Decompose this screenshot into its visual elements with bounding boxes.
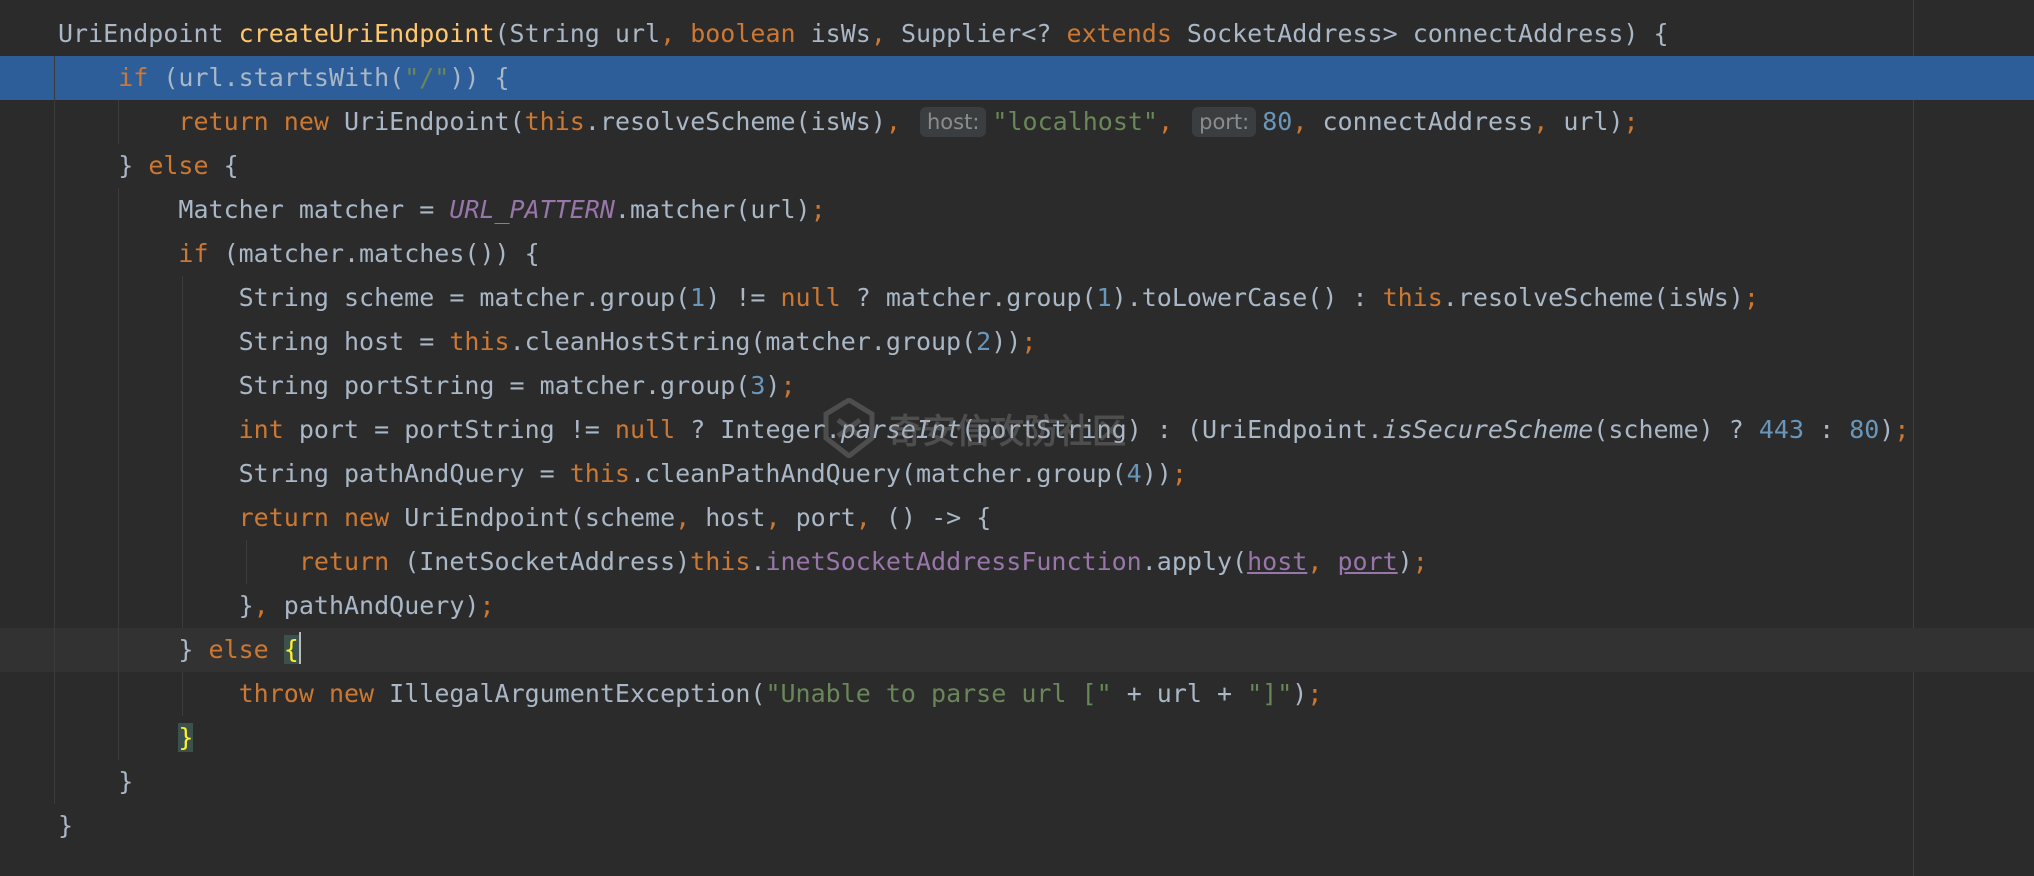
code-line-5-text: Matcher matcher = URL_PATTERN.matcher(ur…: [58, 195, 826, 224]
code-line-17-text: }: [58, 716, 194, 760]
inlay-hint: port:: [1192, 107, 1257, 137]
code-line-19-text: }: [58, 811, 74, 840]
code-line-6-text: if (matcher.matches()) {: [178, 239, 540, 268]
code-line-12[interactable]: return new UriEndpoint(scheme, host, por…: [0, 496, 2034, 540]
code-line-14[interactable]: }, pathAndQuery);: [0, 584, 2034, 628]
code-line-16[interactable]: throw new IllegalArgumentException("Unab…: [0, 672, 2034, 716]
code-line-12-text: return new UriEndpoint(scheme, host, por…: [238, 503, 992, 532]
code-line-13[interactable]: return (InetSocketAddress)this.inetSocke…: [0, 540, 2034, 584]
code-line-17[interactable]: }: [0, 716, 2034, 760]
code-line-18-text: }: [58, 767, 134, 796]
text-caret: [298, 632, 301, 664]
matched-brace: }: [178, 723, 194, 752]
code-line-14-text: }, pathAndQuery);: [58, 591, 495, 620]
code-line-7-text: String scheme = matcher.group(1) != null…: [58, 283, 1759, 312]
matched-brace: {: [283, 635, 299, 664]
indent-guide: [118, 100, 119, 144]
code-line-8-text: String host = this.cleanHostString(match…: [58, 327, 1037, 356]
code-line-16-text: throw new IllegalArgumentException("Unab…: [238, 679, 1323, 708]
indent-guide: [54, 56, 55, 804]
code-line-11-text: String pathAndQuery = this.cleanPathAndQ…: [58, 459, 1187, 488]
code-line-15-current[interactable]: } else {: [0, 628, 2034, 672]
indent-guide: [182, 276, 183, 628]
code-line-1-text: UriEndpoint createUriEndpoint(String url…: [58, 19, 1669, 48]
code-line-3-text: return new UriEndpoint(this.resolveSchem…: [178, 107, 1639, 137]
code-line-8[interactable]: String host = this.cleanHostString(match…: [0, 320, 2034, 364]
watermark-text: 奇安信攻防社区: [888, 411, 1126, 452]
code-line-9-text: String portString = matcher.group(3);: [58, 371, 796, 400]
code-editor[interactable]: UriEndpoint createUriEndpoint(String url…: [0, 0, 2034, 876]
code-line-3[interactable]: return new UriEndpoint(this.resolveSchem…: [0, 100, 2034, 144]
code-line-2-selected[interactable]: if (url.startsWith("/")) {: [0, 56, 2034, 100]
code-line-1[interactable]: UriEndpoint createUriEndpoint(String url…: [0, 12, 2034, 56]
watermark-logo-icon: [823, 398, 875, 458]
indent-guide: [118, 188, 119, 760]
code-line-5[interactable]: Matcher matcher = URL_PATTERN.matcher(ur…: [0, 188, 2034, 232]
code-line-7[interactable]: String scheme = matcher.group(1) != null…: [0, 276, 2034, 320]
indent-guide: [182, 672, 183, 716]
code-line-18[interactable]: }: [0, 760, 2034, 804]
code-line-19[interactable]: }: [0, 804, 2034, 848]
code-line-4[interactable]: } else {: [0, 144, 2034, 188]
code-line-4-text: } else {: [58, 151, 239, 180]
code-line-13-text: return (InetSocketAddress)this.inetSocke…: [298, 547, 1428, 576]
indent-guide: [246, 540, 247, 584]
code-line-11[interactable]: String pathAndQuery = this.cleanPathAndQ…: [0, 452, 2034, 496]
code-line-6[interactable]: if (matcher.matches()) {: [0, 232, 2034, 276]
code-line-15-text: } else {: [58, 628, 301, 672]
inlay-hint: host:: [920, 107, 987, 137]
watermark: 奇安信攻防社区: [820, 398, 1126, 458]
code-line-2-text: if (url.startsWith("/")) {: [118, 63, 510, 92]
